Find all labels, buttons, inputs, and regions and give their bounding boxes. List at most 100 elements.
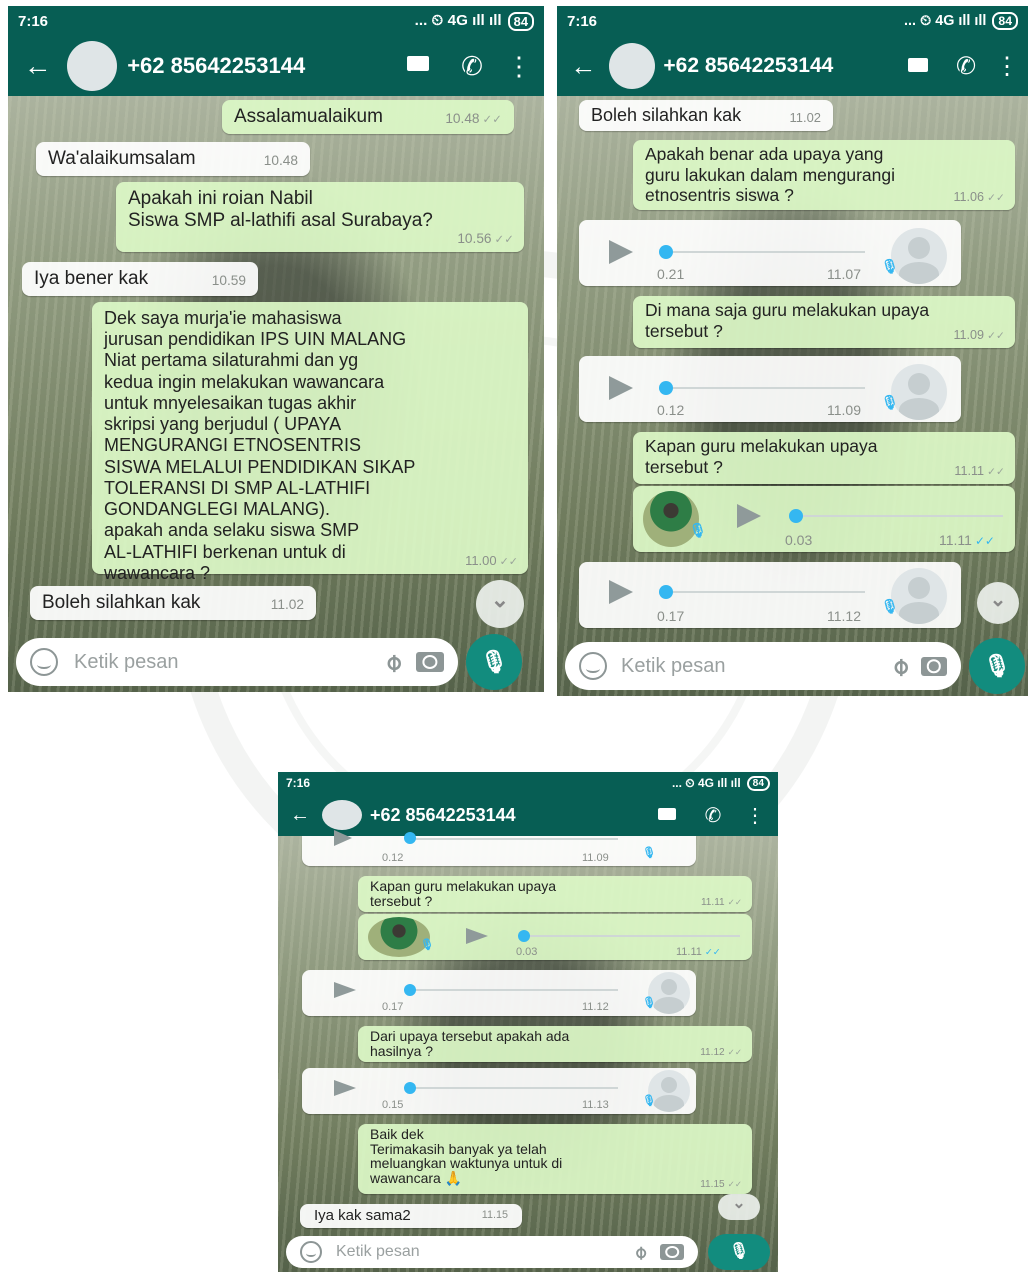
voice-message[interactable]: 0.21 11.07 🎙 xyxy=(579,220,961,286)
menu-icon[interactable]: ⋮ xyxy=(504,51,534,82)
audio-seek-handle[interactable] xyxy=(789,509,803,523)
message-text: Dek saya murja'ie mahasiswa jurusan pend… xyxy=(104,308,416,583)
camera-icon[interactable] xyxy=(660,1244,684,1260)
message-bubble[interactable]: Apakah ini roian Nabil Siswa SMP al-lath… xyxy=(116,182,524,252)
message-bubble[interactable]: 10.48 ✓✓ Assalamualaikum xyxy=(222,100,514,135)
message-bubble[interactable]: Kapan guru melakukan upaya tersebut ? 11… xyxy=(633,432,1015,484)
message-bubble[interactable]: Dek saya murja'ie mahasiswa jurusan pend… xyxy=(92,302,528,583)
message-bubble[interactable]: Dari upaya tersebut apakah ada hasilnya … xyxy=(358,1026,752,1062)
emoji-icon[interactable] xyxy=(300,1241,322,1263)
message-time: 11.09 ✓✓ xyxy=(953,328,1005,343)
video-call-icon[interactable] xyxy=(898,56,938,77)
video-call-icon[interactable] xyxy=(648,807,686,824)
message-bubble[interactable]: Kapan guru melakukan upaya tersebut ? 11… xyxy=(358,876,752,912)
scroll-down-button[interactable]: ⌄ xyxy=(977,582,1019,624)
scroll-down-button[interactable]: ⌄ xyxy=(718,1194,760,1220)
message-input[interactable]: Ketik pesan xyxy=(336,1243,621,1261)
audio-seek-handle[interactable] xyxy=(404,984,416,996)
message-bubble[interactable]: 10.48 Wa'alaikumsalam xyxy=(36,142,310,177)
phone-call-icon[interactable]: ✆ xyxy=(450,51,494,82)
attach-icon[interactable]: ⌀ xyxy=(377,647,408,678)
emoji-icon[interactable] xyxy=(30,648,58,676)
play-icon[interactable] xyxy=(609,376,633,400)
voice-duration: 0.03 xyxy=(516,946,538,958)
message-bubble[interactable]: 11.02 Boleh silahkan kak xyxy=(579,100,833,132)
status-time: 7:16 xyxy=(567,12,598,30)
message-input-bar[interactable]: Ketik pesan ⌀ xyxy=(565,642,961,690)
message-text: Baik dek Terimakasih banyak ya telah mel… xyxy=(370,1126,563,1187)
play-icon[interactable] xyxy=(334,1080,356,1096)
back-arrow-icon[interactable]: ← xyxy=(286,804,314,827)
voice-message[interactable]: 0.12 11.09 🎙 xyxy=(302,830,696,866)
message-time: 11.11 ✓✓ xyxy=(939,532,995,548)
mic-button[interactable]: 🎙 xyxy=(969,638,1025,694)
audio-seek-handle[interactable] xyxy=(659,381,673,395)
audio-seek-handle[interactable] xyxy=(659,585,673,599)
battery-icon: 84 xyxy=(992,12,1018,30)
contact-avatar[interactable] xyxy=(609,43,656,89)
play-icon[interactable] xyxy=(737,504,761,528)
message-bubble[interactable]: Baik dek Terimakasih banyak ya telah mel… xyxy=(358,1124,752,1194)
play-icon[interactable] xyxy=(334,982,356,998)
attach-icon[interactable]: ⌀ xyxy=(884,651,915,682)
message-time: 10.59 xyxy=(211,272,246,288)
menu-icon[interactable]: ⋮ xyxy=(740,803,770,828)
audio-seek-handle[interactable] xyxy=(404,1082,416,1094)
audio-track[interactable] xyxy=(410,1087,618,1089)
audio-track[interactable] xyxy=(410,989,618,991)
play-icon[interactable] xyxy=(609,240,633,264)
message-input[interactable]: Ketik pesan xyxy=(74,651,370,674)
message-bubble[interactable]: Apakah benar ada upaya yang guru lakukan… xyxy=(633,140,1015,210)
contact-name[interactable]: +62 85642253144 xyxy=(370,805,640,826)
audio-track[interactable] xyxy=(410,838,618,840)
play-icon[interactable] xyxy=(334,830,352,846)
play-icon[interactable] xyxy=(466,928,488,944)
emoji-icon[interactable] xyxy=(579,652,607,680)
voice-message[interactable]: 0.12 11.09 🎙 xyxy=(579,356,961,422)
attach-icon[interactable]: ⌀ xyxy=(629,1241,652,1264)
video-call-icon[interactable] xyxy=(396,55,440,77)
message-input[interactable]: Ketik pesan xyxy=(621,655,879,678)
status-bar: 7:16 ... ⏲ 4G ıll ıll 84 xyxy=(278,772,778,794)
audio-seek-handle[interactable] xyxy=(404,832,416,844)
audio-track[interactable] xyxy=(526,935,740,937)
message-bubble[interactable]: 11.02 Boleh silahkan kak xyxy=(30,586,316,621)
phone-call-icon[interactable]: ✆ xyxy=(946,52,986,81)
contact-name[interactable]: +62 85642253144 xyxy=(127,53,386,79)
mic-button[interactable]: 🎙 xyxy=(466,634,522,690)
audio-track[interactable] xyxy=(797,515,1003,517)
camera-icon[interactable] xyxy=(921,656,947,676)
play-icon[interactable] xyxy=(609,580,633,604)
phone-call-icon[interactable]: ✆ xyxy=(694,803,732,828)
scroll-down-button[interactable]: ⌄ xyxy=(476,580,524,628)
message-bubble[interactable]: 11.15 Iya kak sama2 xyxy=(300,1204,522,1228)
message-time: 11.00 ✓✓ xyxy=(465,553,518,569)
contact-avatar[interactable] xyxy=(322,800,362,830)
voice-message[interactable]: 0.17 11.12 🎙 xyxy=(579,562,961,628)
message-time: 11.12 ✓✓ xyxy=(700,1047,742,1059)
audio-track[interactable] xyxy=(665,251,865,253)
audio-seek-handle[interactable] xyxy=(659,245,673,259)
audio-track[interactable] xyxy=(665,387,865,389)
mic-button[interactable]: 🎙 xyxy=(708,1234,770,1270)
voice-message[interactable]: 0.15 11.13 🎙 xyxy=(302,1068,696,1114)
back-arrow-icon[interactable]: ← xyxy=(565,51,601,82)
message-text: Boleh silahkan kak xyxy=(591,105,742,125)
voice-message[interactable]: 🎙 0.03 11.11 ✓✓ xyxy=(633,486,1015,552)
menu-icon[interactable]: ⋮ xyxy=(994,52,1020,81)
voice-message[interactable]: 0.17 11.12 🎙 xyxy=(302,970,696,1016)
back-arrow-icon[interactable]: ← xyxy=(18,50,57,82)
contact-name[interactable]: +62 85642253144 xyxy=(663,54,890,78)
signal-icons: ... ⏲ 4G ıll ıll xyxy=(671,775,741,790)
message-time: 11.12 xyxy=(582,1001,609,1013)
audio-track[interactable] xyxy=(665,591,865,593)
message-input-bar[interactable]: Ketik pesan ⌀ xyxy=(286,1236,698,1268)
message-bubble[interactable]: 10.59 Iya bener kak xyxy=(22,262,258,297)
message-time: 11.09 xyxy=(827,402,861,418)
message-bubble[interactable]: Di mana saja guru melakukan upaya terseb… xyxy=(633,296,1015,348)
audio-seek-handle[interactable] xyxy=(518,930,530,942)
camera-icon[interactable] xyxy=(416,652,444,672)
voice-message[interactable]: 🎙 0.03 11.11 ✓✓ xyxy=(358,914,752,960)
contact-avatar[interactable] xyxy=(67,41,118,91)
message-input-bar[interactable]: Ketik pesan ⌀ xyxy=(16,638,458,686)
